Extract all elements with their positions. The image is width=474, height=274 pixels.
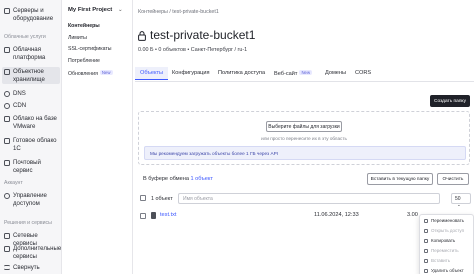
nav-group-solutions: Решения и сервисы	[4, 220, 52, 226]
network-icon	[4, 233, 10, 239]
move-icon	[424, 248, 428, 253]
nav-item-label: Серверы и оборудование	[13, 7, 54, 22]
choose-files-button[interactable]: Выберите файлы для загрузки	[266, 121, 342, 132]
nav-item-label: CDN	[13, 102, 27, 109]
chevron-down-icon: ⌄	[457, 202, 461, 207]
bucket-tabs: Объекты Конфигурация Политика доступа Ве…	[135, 67, 474, 82]
lock-icon	[138, 31, 146, 41]
chevron-down-icon[interactable]: ⌄	[118, 7, 123, 13]
nav-item-access[interactable]: Управление доступом	[2, 191, 60, 208]
nav-item-mail[interactable]: Почтовый сервис	[2, 158, 60, 175]
nav-item-servers[interactable]: Серверы и оборудование	[2, 6, 60, 23]
nav-item-label: DNS	[13, 90, 26, 97]
clipboard-label: В буфере обмена	[143, 176, 189, 182]
upload-info-banner: Мы рекомендуем загружать объекты более 1…	[144, 146, 466, 160]
tab-configuration[interactable]: Конфигурация	[172, 70, 210, 76]
file-date: 11.06.2024, 12:33	[314, 212, 359, 218]
subnav-item-usage[interactable]: Потребление	[68, 58, 100, 64]
tab-website[interactable]: Веб-сайт New	[274, 70, 313, 77]
menu-delete[interactable]: Удалить объект	[424, 268, 473, 273]
subnav-item-ssl[interactable]: SSL-сертификаты	[68, 46, 111, 52]
mail-icon	[4, 160, 10, 166]
nav-item-label: Облако на базе VMware	[13, 115, 57, 130]
user-icon	[4, 193, 10, 199]
1c-icon	[4, 138, 10, 144]
subnav-item-containers[interactable]: Контейнеры	[68, 23, 100, 29]
nav-item-label: Дополнительные сервисы	[13, 245, 62, 260]
nav-item-cdn[interactable]: CDN	[2, 101, 60, 111]
cdn-icon	[4, 103, 10, 109]
tab-cors[interactable]: CORS	[355, 70, 371, 76]
menu-copy[interactable]: Копировать	[424, 238, 473, 243]
nav-item-extra[interactable]: Дополнительные сервисы	[2, 244, 62, 261]
menu-rename[interactable]: Переименовать	[424, 218, 473, 223]
clipboard-status: В буфере обмена 1 объект	[143, 176, 213, 182]
tab-access-policy[interactable]: Политика доступа	[218, 70, 265, 76]
file-name-link[interactable]: test.txt	[160, 212, 176, 218]
pencil-icon	[424, 218, 428, 223]
subnav-item-label: Обновления	[68, 71, 98, 77]
nav-collapse[interactable]: Свернуть	[2, 263, 60, 273]
clipboard-count-link[interactable]: 1 объект	[191, 176, 213, 182]
page-title: test-private-bucket1	[150, 28, 256, 42]
trash-icon	[424, 268, 428, 273]
create-folder-button[interactable]: Создать папку	[430, 95, 470, 107]
nav-item-dns[interactable]: DNS	[2, 89, 60, 99]
project-selector[interactable]: My First Project	[68, 7, 112, 13]
dns-icon	[4, 91, 10, 97]
bucket-meta: 0.00 Б • 0 объектов • Санкт-Петербург / …	[138, 47, 248, 53]
tab-domains[interactable]: Домены	[325, 70, 346, 76]
file-icon	[151, 212, 156, 219]
dropzone-hint: или просто перенесите их в эту область	[261, 136, 347, 141]
grid-icon	[4, 246, 10, 252]
nav-item-object-storage[interactable]: Объектное хранилище	[2, 67, 60, 85]
nav-item-label: Объектное хранилище	[13, 68, 45, 83]
server-icon	[4, 8, 10, 14]
object-context-menu: Переименовать Открыть доступ Копировать …	[419, 214, 474, 274]
storage-icon	[4, 69, 10, 75]
tab-objects[interactable]: Объекты	[135, 67, 169, 80]
link-icon	[424, 228, 428, 233]
subnav-item-updates[interactable]: Обновления New	[68, 70, 113, 77]
nav-item-label: Готовое облако 1С	[13, 137, 57, 152]
menu-label: Переместить	[431, 248, 459, 253]
clear-clipboard-button[interactable]: Очистить	[437, 173, 469, 185]
tab-label: Веб-сайт	[274, 71, 298, 77]
menu-label: Переименовать	[431, 218, 464, 223]
nav-item-vmware[interactable]: Облако на базе VMware	[2, 114, 60, 131]
main-sidebar: Серверы и оборудование Облачные услуги О…	[0, 0, 62, 274]
breadcrumb[interactable]: Контейнеры / test-private-bucket1	[138, 9, 219, 15]
menu-label: Вставить	[431, 258, 451, 263]
menu-move[interactable]: Переместить	[424, 248, 473, 253]
menu-label: Открыть доступ	[431, 228, 465, 233]
vmware-cloud-icon	[4, 116, 10, 122]
cloud-icon	[4, 47, 10, 53]
nav-group-cloud: Облачные услуги	[4, 34, 46, 40]
file-size: 3.00	[407, 212, 418, 218]
paste-here-button[interactable]: Вставить в текущую папку	[367, 173, 433, 185]
nav-item-label: Свернуть	[13, 264, 40, 271]
row-checkbox[interactable]	[140, 213, 146, 219]
new-badge: New	[99, 70, 113, 75]
copy-icon	[424, 238, 428, 243]
nav-item-1c-cloud[interactable]: Готовое облако 1С	[2, 136, 60, 153]
paste-icon	[424, 258, 428, 263]
nav-item-label: Управление доступом	[13, 192, 47, 207]
nav-group-account: Аккаунт	[4, 180, 23, 186]
nav-item-cloud-platform[interactable]: Облачная платформа	[2, 45, 60, 62]
subnav-item-limits[interactable]: Лимиты	[68, 35, 87, 41]
menu-label: Удалить объект	[431, 268, 464, 273]
menu-share[interactable]: Открыть доступ	[424, 228, 473, 233]
search-input[interactable]: Имя объекта	[178, 193, 440, 204]
menu-label: Копировать	[431, 238, 456, 243]
selected-count: 1 объект	[151, 196, 173, 202]
project-sidebar: My First Project ⌄ Контейнеры Лимиты SSL…	[62, 0, 133, 274]
nav-item-label: Облачная платформа	[13, 46, 46, 61]
nav-item-label: Почтовый сервис	[13, 159, 41, 174]
menu-paste[interactable]: Вставить	[424, 258, 473, 263]
per-page-select[interactable]: 50 ⌄	[451, 193, 471, 207]
new-badge: New	[299, 70, 313, 75]
select-all-checkbox[interactable]	[140, 195, 146, 201]
collapse-icon	[4, 265, 10, 270]
